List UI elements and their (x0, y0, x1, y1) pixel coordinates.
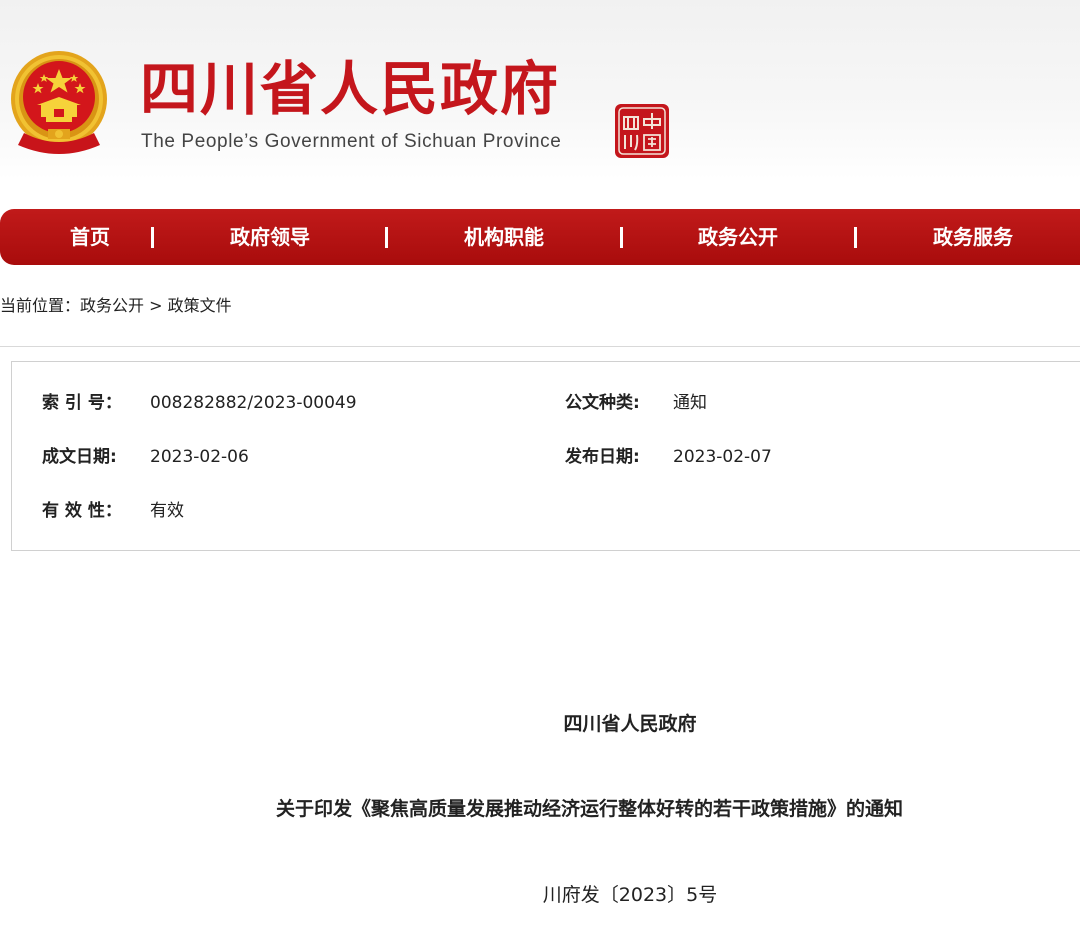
site-header: 四川省人民政府 The People’s Government of Sichu… (0, 0, 1080, 180)
nav-item-functions[interactable]: 机构职能 (439, 209, 569, 265)
document-type-label: 公文种类: (565, 393, 640, 413)
index-number-value: 008282882/2023-00049 (150, 393, 357, 413)
breadcrumb-item-public-affairs[interactable]: 政务公开 (80, 296, 144, 315)
breadcrumb-item-policy-documents[interactable]: 政策文件 (168, 296, 232, 315)
validity-label: 有 效 性： (42, 501, 122, 521)
document-type-value: 通知 (673, 393, 707, 413)
nav-item-services[interactable]: 政务服务 (908, 209, 1038, 265)
national-emblem-icon[interactable] (6, 47, 112, 159)
nav-separator (151, 227, 154, 248)
created-date-label: 成文日期: (42, 447, 117, 467)
document-number: 川府发〔2023〕5号 (542, 884, 718, 906)
site-subtitle: The People’s Government of Sichuan Provi… (141, 131, 562, 152)
document-title: 关于印发《聚焦高质量发展推动经济运行整体好转的若干政策措施》的通知 (276, 798, 904, 820)
published-date-label: 发布日期: (565, 447, 640, 467)
sichuan-seal-icon (615, 104, 669, 158)
created-date-value: 2023-02-06 (150, 447, 249, 467)
breadcrumb-separator: > (144, 296, 168, 315)
published-date-value: 2023-02-07 (673, 447, 772, 467)
validity-value: 有效 (150, 501, 184, 521)
nav-separator (620, 227, 623, 248)
nav-item-leaders[interactable]: 政府领导 (205, 209, 335, 265)
main-nav: 首页 政府领导 机构职能 政务公开 政务服务 (0, 209, 1080, 265)
breadcrumb-prefix: 当前位置： (0, 296, 81, 315)
nav-item-public-affairs[interactable]: 政务公开 (673, 209, 803, 265)
divider (0, 346, 1080, 347)
nav-separator (385, 227, 388, 248)
site-title: 四川省人民政府 (140, 55, 561, 123)
nav-separator (854, 227, 857, 248)
document-info-box: 索 引 号： 008282882/2023-00049 公文种类: 通知 成文日… (11, 361, 1080, 551)
nav-item-home[interactable]: 首页 (30, 209, 150, 265)
document-issuer: 四川省人民政府 (563, 713, 697, 735)
index-number-label: 索 引 号： (42, 393, 122, 413)
breadcrumb: 当前位置：政务公开 > 政策文件 (0, 294, 232, 318)
page: 四川省人民政府 The People’s Government of Sichu… (0, 0, 1080, 936)
